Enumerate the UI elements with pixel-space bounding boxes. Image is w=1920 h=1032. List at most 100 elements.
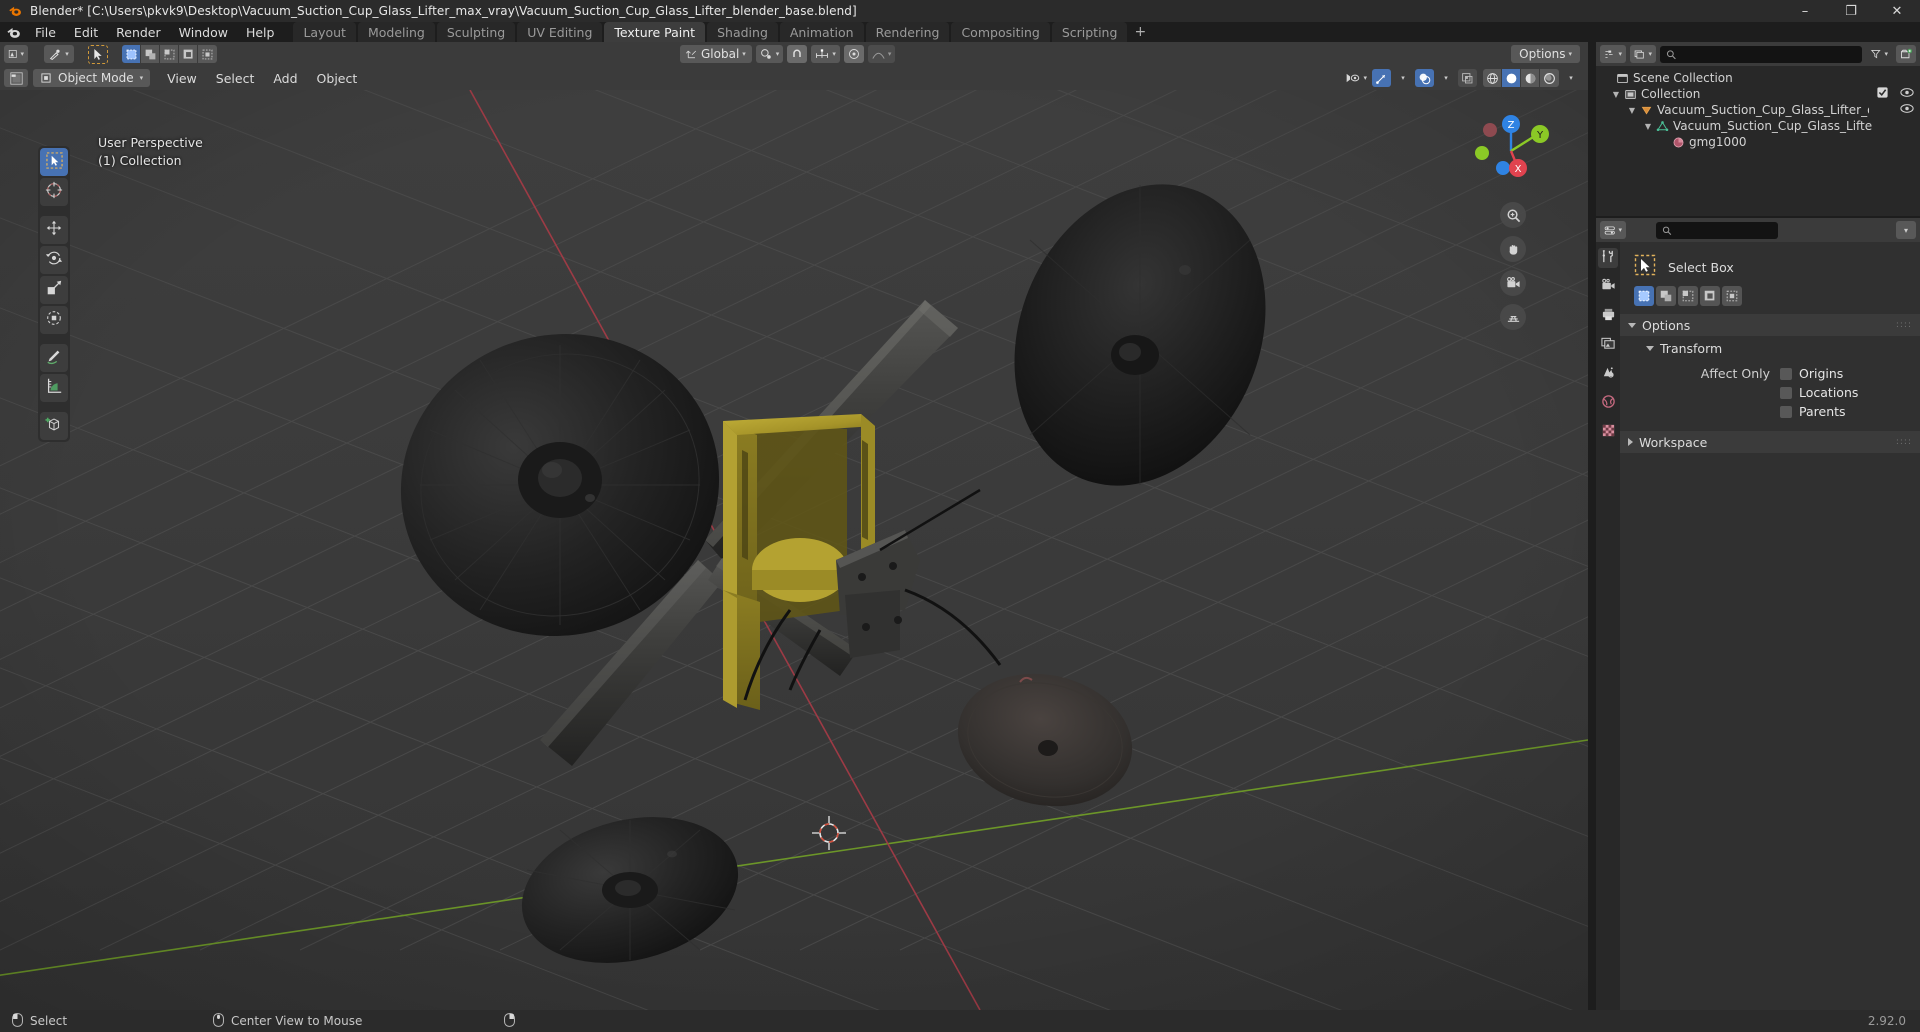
select-box-tool-button[interactable]: [40, 148, 68, 176]
measure-tool-button[interactable]: [40, 374, 68, 402]
scale-tool-button[interactable]: [40, 276, 68, 304]
workspace-tab-scripting[interactable]: Scripting: [1051, 22, 1128, 42]
outliner-row-material[interactable]: gmg1000: [1596, 134, 1920, 150]
properties-tab-tool[interactable]: [1598, 248, 1618, 268]
eye-icon[interactable]: [1900, 103, 1914, 117]
gizmo-dropdown[interactable]: ▾: [1394, 69, 1412, 87]
minimize-button[interactable]: –: [1782, 0, 1828, 22]
transform-tool-button[interactable]: [40, 306, 68, 334]
invert-select-mode-button[interactable]: [1700, 286, 1720, 306]
rendered-icon[interactable]: [1540, 69, 1559, 87]
viewport-menu-add[interactable]: Add: [264, 69, 306, 87]
invert-select-icon[interactable]: [179, 45, 198, 63]
menu-file[interactable]: File: [26, 22, 65, 42]
transform-orientation-dropdown[interactable]: Global ▾: [680, 45, 752, 63]
menu-window[interactable]: Window: [170, 22, 237, 42]
viewport-menu-object[interactable]: Object: [308, 69, 367, 87]
menu-help[interactable]: Help: [237, 22, 284, 42]
filter-funnel-icon[interactable]: ▾: [1866, 45, 1892, 63]
outliner-search-input[interactable]: [1681, 47, 1856, 61]
blender-menu-icon[interactable]: [0, 22, 26, 42]
properties-search-box[interactable]: [1656, 221, 1778, 239]
editor-type-selector[interactable]: [4, 69, 28, 87]
wireframe-icon[interactable]: [1483, 69, 1502, 87]
tweak-cursor-icon[interactable]: [88, 44, 108, 64]
select-mode-group[interactable]: [122, 45, 217, 63]
parents-checkbox[interactable]: [1780, 405, 1792, 418]
outliner-display-mode-button[interactable]: ▾: [1630, 45, 1656, 63]
subtract-select-icon[interactable]: [160, 45, 179, 63]
checkbox-icon[interactable]: [1877, 87, 1888, 101]
outliner-row-mesh-data[interactable]: ▼ Vacuum_Suction_Cup_Glass_Lifter_o: [1596, 118, 1920, 134]
extend-select-icon[interactable]: [141, 45, 160, 63]
panel-header-options[interactable]: Options ::::: [1620, 314, 1920, 336]
properties-tab-scene[interactable]: [1598, 364, 1618, 384]
properties-options-dropdown[interactable]: ▾: [1896, 221, 1916, 239]
properties-tab-texture[interactable]: [1598, 422, 1618, 442]
outliner-row-scene-collection[interactable]: Scene Collection: [1596, 70, 1920, 86]
object-visibility-dropdown[interactable]: ▾: [1343, 69, 1369, 87]
workspace-tab-texture-paint[interactable]: Texture Paint: [604, 22, 706, 42]
menu-edit[interactable]: Edit: [65, 22, 107, 42]
workspace-tab-uv-editing[interactable]: UV Editing: [517, 22, 603, 42]
origins-checkbox[interactable]: [1780, 367, 1792, 380]
vertical-area-splitter[interactable]: [1588, 42, 1596, 1010]
outliner-search-box[interactable]: [1660, 45, 1862, 63]
add-cube-tool-button[interactable]: [40, 412, 68, 440]
pan-hand-button[interactable]: [1500, 236, 1526, 262]
intersect-select-mode-button[interactable]: [1722, 286, 1742, 306]
pivot-point-dropdown[interactable]: ▾: [755, 45, 784, 63]
properties-tab-world[interactable]: [1598, 393, 1618, 413]
intersect-select-icon[interactable]: [198, 45, 217, 63]
material-preview-icon[interactable]: [1521, 69, 1540, 87]
overlays-icon[interactable]: [1415, 69, 1434, 87]
panel-header-workspace[interactable]: Workspace ::::: [1620, 431, 1920, 453]
workspace-tab-modeling[interactable]: Modeling: [357, 22, 435, 42]
new-collection-icon[interactable]: [1896, 45, 1916, 63]
set-select-mode-button[interactable]: [1634, 286, 1654, 306]
proportional-falloff-dropdown[interactable]: ▾: [867, 45, 896, 63]
camera-view-button[interactable]: [1500, 270, 1526, 296]
extend-select-mode-button[interactable]: [1656, 286, 1676, 306]
workspace-tab-compositing[interactable]: Compositing: [951, 22, 1050, 42]
shading-mode-group[interactable]: [1483, 69, 1559, 87]
editor-type-3dview-icon[interactable]: ▾: [4, 45, 28, 63]
subtract-select-mode-button[interactable]: [1678, 286, 1698, 306]
chevron-down-icon[interactable]: ▼: [1626, 106, 1638, 115]
menu-render[interactable]: Render: [107, 22, 170, 42]
move-tool-button[interactable]: [40, 216, 68, 244]
properties-tab-render[interactable]: [1598, 277, 1618, 297]
workspace-tab-animation[interactable]: Animation: [779, 22, 864, 42]
object-mode-dropdown[interactable]: Object Mode ▾: [33, 69, 151, 87]
gizmo-icon[interactable]: [1372, 69, 1391, 87]
chevron-down-icon[interactable]: ▼: [1642, 122, 1654, 131]
properties-tab-output[interactable]: [1598, 306, 1618, 326]
solid-icon[interactable]: [1502, 69, 1521, 87]
outliner-row-collection[interactable]: ▼ Collection: [1596, 86, 1920, 102]
workspace-tab-rendering[interactable]: Rendering: [865, 22, 950, 42]
add-workspace-button[interactable]: +: [1129, 22, 1151, 42]
maximize-button[interactable]: ❐: [1828, 0, 1874, 22]
eye-icon[interactable]: [1900, 87, 1914, 101]
viewport-menu-select[interactable]: Select: [207, 69, 264, 87]
workspace-tab-layout[interactable]: Layout: [293, 22, 356, 42]
toggle-orthographic-button[interactable]: [1500, 304, 1526, 330]
magnet-icon[interactable]: [787, 45, 808, 63]
proportional-editing-icon[interactable]: [843, 45, 864, 63]
locations-checkbox[interactable]: [1780, 386, 1792, 399]
set-select-icon[interactable]: [122, 45, 141, 63]
overlays-dropdown[interactable]: ▾: [1437, 69, 1455, 87]
close-button[interactable]: ✕: [1874, 0, 1920, 22]
panel-header-transform[interactable]: Transform: [1620, 338, 1920, 358]
properties-search-input[interactable]: [1676, 223, 1772, 237]
texture-paint-tool-icon[interactable]: ▾: [44, 45, 74, 63]
viewport-canvas[interactable]: User Perspective (1) Collection Z Y X: [0, 90, 1588, 1010]
rotate-tool-button[interactable]: [40, 246, 68, 274]
viewport-options-dropdown[interactable]: Options ▾: [1511, 45, 1580, 63]
xray-icon[interactable]: [1458, 69, 1477, 87]
zoom-button[interactable]: [1500, 202, 1526, 228]
snap-to-dropdown[interactable]: ▾: [811, 45, 840, 63]
properties-editor-type-button[interactable]: ▾: [1600, 221, 1626, 239]
model-vacuum-suction-cup-glass-lifter[interactable]: [0, 90, 1588, 1010]
viewport-menu-view[interactable]: View: [158, 69, 206, 87]
